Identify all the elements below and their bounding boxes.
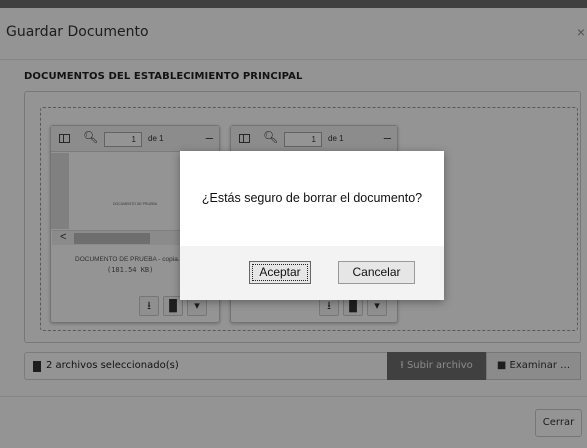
- confirm-message: ¿Estás seguro de borrar el documento?: [201, 191, 423, 205]
- cancel-button[interactable]: Cancelar: [338, 261, 415, 284]
- accept-button[interactable]: Aceptar: [249, 261, 311, 284]
- confirm-dialog: ¿Estás seguro de borrar el documento? Ac…: [180, 151, 444, 300]
- confirm-footer: Aceptar Cancelar: [180, 246, 444, 300]
